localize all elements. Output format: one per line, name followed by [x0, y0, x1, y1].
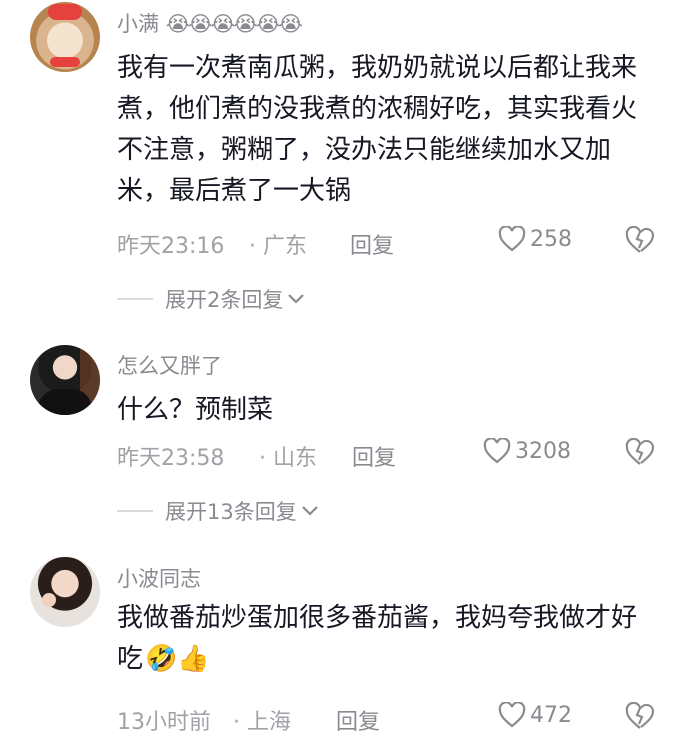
divider [117, 510, 153, 512]
like-count: 472 [530, 702, 572, 728]
chevron-down-icon [288, 294, 305, 304]
like-button[interactable]: 3208 [483, 438, 571, 464]
comment-location: · 山东 [259, 446, 317, 471]
comment-time: 昨天23:58 [117, 446, 225, 471]
like-button[interactable]: 472 [498, 702, 572, 728]
avatar[interactable] [30, 557, 100, 627]
heart-icon [483, 438, 511, 464]
like-count: 3208 [515, 438, 571, 464]
avatar-hand [42, 593, 56, 607]
username[interactable]: 小波同志 [117, 563, 201, 593]
chevron-down-icon [301, 506, 318, 516]
divider [117, 298, 153, 300]
comment-meta: 昨天23:16 · 广东 回复 258 [117, 225, 667, 260]
dislike-button[interactable] [625, 437, 655, 472]
broken-heart-icon [625, 701, 655, 729]
username-text: 小满 [117, 12, 159, 36]
expand-replies-button[interactable]: 展开13条回复 [117, 496, 319, 526]
comment-meta: 13小时前 · 上海 回复 472 [117, 701, 667, 736]
reply-button[interactable]: 回复 [352, 440, 396, 472]
broken-heart-icon [625, 437, 655, 465]
username[interactable]: 怎么又胖了 [117, 350, 222, 380]
avatar[interactable] [30, 2, 100, 72]
expand-replies-label: 展开13条回复 [165, 500, 297, 524]
comment-meta: 昨天23:58 · 山东 回复 3208 [117, 437, 667, 472]
broken-heart-icon [625, 225, 655, 253]
avatar-ribbon [50, 57, 80, 67]
reply-button[interactable]: 回复 [350, 228, 394, 260]
username-emojis: 😭😭😭😭😭😭 [165, 12, 303, 36]
dislike-button[interactable] [625, 701, 655, 736]
comment-text: 什么？预制菜 [117, 395, 274, 425]
expand-replies-button[interactable]: 展开2条回复 [117, 284, 305, 314]
comment-time: 13小时前 [117, 710, 211, 735]
like-button[interactable]: 258 [498, 226, 572, 252]
expand-replies-label: 展开2条回复 [165, 288, 284, 312]
avatar[interactable] [30, 345, 100, 415]
reply-button[interactable]: 回复 [336, 704, 380, 736]
comment-time: 昨天23:16 [117, 234, 225, 259]
avatar-shirt [38, 389, 92, 415]
heart-icon [498, 226, 526, 252]
username[interactable]: 小满 😭😭😭😭😭😭 [117, 8, 303, 38]
heart-icon [498, 702, 526, 728]
comment-text: 我有一次煮南瓜粥，我奶奶就说以后都让我来煮，他们煮的没我煮的浓稠好吃，其实我看火… [117, 53, 638, 206]
comment-text: 我做番茄炒蛋加很多番茄酱，我妈夸我做才好吃🤣👍 [117, 598, 662, 680]
dislike-button[interactable] [625, 225, 655, 260]
comment-location: · 上海 [233, 710, 291, 735]
like-count: 258 [530, 226, 572, 252]
comment-location: · 广东 [249, 234, 307, 259]
laughing-and-thumbs-up-emoji: 🤣👍 [145, 644, 210, 674]
avatar-bow [48, 4, 82, 20]
